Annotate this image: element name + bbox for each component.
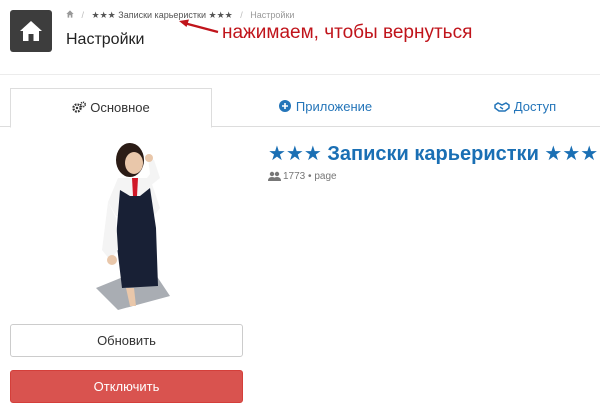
tab-access[interactable]: Доступ [470, 88, 580, 125]
app-meta: 1773 • page [268, 171, 337, 182]
users-icon [268, 171, 281, 181]
breadcrumb-separator: / [240, 10, 243, 20]
app-type: page [314, 171, 337, 182]
breadcrumb-home-icon[interactable] [66, 10, 77, 20]
breadcrumb-current: Настройки [250, 10, 295, 20]
breadcrumb-separator: / [81, 10, 85, 20]
handshake-icon [494, 102, 510, 112]
annotation-text: нажимаем, чтобы вернуться [222, 22, 473, 43]
gears-icon [72, 101, 87, 113]
house-icon [20, 21, 42, 41]
tab-access-label: Доступ [513, 99, 557, 114]
disable-button[interactable]: Отключить [10, 370, 243, 403]
follower-count: 1773 [283, 171, 306, 182]
tab-application[interactable]: Приложение [250, 88, 400, 125]
settings-tabs: Основное Приложение Доступ [0, 88, 600, 128]
meta-separator: • [308, 171, 312, 182]
app-avatar [88, 138, 188, 310]
app-title: ★★★ Записки карьеристки ★★★ [268, 143, 599, 165]
update-button[interactable]: Обновить [10, 324, 243, 357]
page-title: Настройки [66, 31, 145, 48]
tab-main-label: Основное [90, 100, 150, 115]
annotation-arrow-icon [179, 19, 219, 34]
puzzle-icon [278, 100, 291, 112]
app-icon-tile [10, 10, 52, 52]
tab-application-label: Приложение [295, 99, 373, 114]
tab-main[interactable]: Основное [10, 88, 212, 128]
